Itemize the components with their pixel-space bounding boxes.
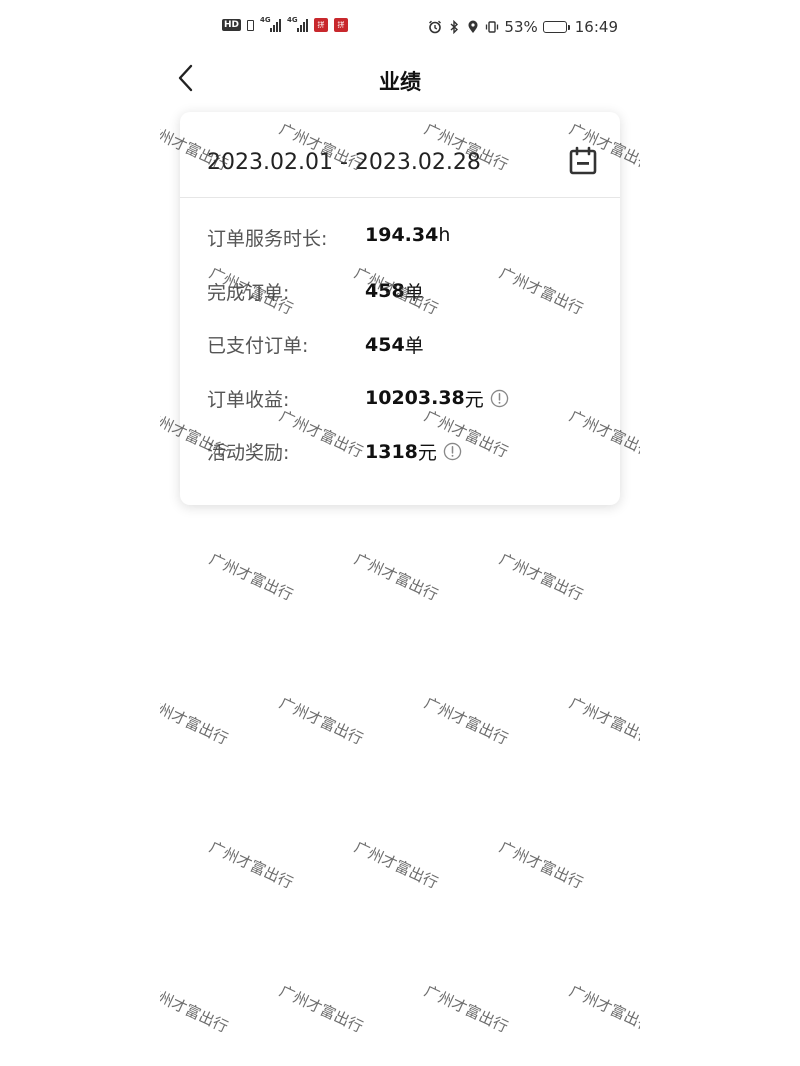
- watermark-text: 广州才富出行: [351, 837, 441, 893]
- stat-value: 458 单: [365, 278, 424, 305]
- stat-row-order-income: 订单收益: 10203.38 元: [207, 385, 509, 439]
- stat-row-service-hours: 订单服务时长: 194.34 h: [207, 224, 509, 278]
- watermark-text: 广州才富出行: [276, 981, 366, 1037]
- watermark-text: 广州才富出行: [496, 837, 586, 893]
- stat-row-completed-orders: 完成订单: 458 单: [207, 278, 509, 332]
- network-type-label: 4G: [260, 16, 271, 24]
- status-bar-right: 53% 16:49: [428, 18, 618, 36]
- phone-screen: HD 4G 4G 拼 拼 53% 16:49 业绩 2023.02.01 - 2…: [160, 0, 640, 1066]
- watermark-text: 广州才富出行: [206, 549, 296, 605]
- stat-number: 1318: [365, 440, 418, 463]
- stat-unit: 元: [464, 388, 484, 411]
- stat-label: 活动奖励:: [207, 442, 290, 464]
- stat-label: 已支付订单:: [207, 335, 309, 357]
- network-type-label: 4G: [287, 16, 298, 24]
- stat-value: 454 单: [365, 331, 424, 358]
- stat-unit: 元: [417, 442, 437, 464]
- stat-value: 1318 元: [365, 438, 462, 465]
- watermark-text: 广州才富出行: [160, 981, 231, 1037]
- clock: 16:49: [574, 18, 618, 36]
- stat-unit: 单: [404, 335, 424, 357]
- stat-label: 订单服务时长:: [207, 228, 328, 250]
- battery-icon: [542, 21, 570, 33]
- info-icon[interactable]: [443, 442, 462, 461]
- app-notification-icon: 拼: [334, 18, 349, 32]
- stat-label: 完成订单:: [207, 281, 290, 304]
- signal-icon: 4G: [260, 16, 282, 32]
- page-title: 业绩: [379, 70, 421, 94]
- watermark-text: 广州才富出行: [421, 981, 511, 1037]
- stat-unit: 单: [404, 281, 424, 304]
- battery-percent: 53%: [504, 18, 538, 36]
- date-range-row: 2023.02.01 - 2023.02.28: [180, 112, 620, 198]
- stat-row-paid-orders: 已支付订单: 454 单: [207, 331, 509, 385]
- watermark-text: 广州才富出行: [496, 549, 586, 605]
- date-range-text[interactable]: 2023.02.01 - 2023.02.28: [207, 150, 481, 175]
- watermark-text: 广州才富出行: [566, 981, 640, 1037]
- stat-number: 194.34: [365, 224, 439, 246]
- signal-icon: 4G: [287, 16, 309, 32]
- stat-value: 10203.38 元: [365, 385, 509, 412]
- stat-value: 194.34 h: [365, 224, 450, 246]
- app-notification-icon: 拼: [314, 18, 329, 32]
- info-icon[interactable]: [490, 389, 509, 408]
- stats-list: 订单服务时长: 194.34 h 完成订单: 458 单 已支付订单: 454 单 订…: [207, 224, 509, 492]
- stat-unit: h: [438, 224, 451, 246]
- location-icon: [468, 20, 478, 33]
- watermark-text: 广州才富出行: [421, 693, 511, 749]
- stat-number: 10203.38: [365, 387, 465, 409]
- status-bar-left: HD 4G 4G 拼 拼: [222, 16, 349, 32]
- stat-number: 458: [365, 280, 405, 302]
- sim-icon: [247, 19, 255, 31]
- alarm-icon: [429, 20, 442, 34]
- nav-bar: 业绩: [160, 56, 640, 100]
- stat-row-activity-reward: 活动奖励: 1318 元: [207, 438, 509, 492]
- stat-label: 订单收益:: [207, 388, 290, 411]
- calendar-icon[interactable]: [568, 146, 598, 176]
- watermark-text: 广州才富出行: [160, 693, 231, 749]
- watermark-text: 广州才富出行: [566, 693, 640, 749]
- vibrate-icon: [486, 21, 499, 33]
- watermark-text: 广州才富出行: [206, 837, 296, 893]
- performance-card: 2023.02.01 - 2023.02.28 订单服务时长: 194.34 h …: [180, 112, 620, 505]
- watermark-text: 广州才富出行: [276, 693, 366, 749]
- status-bar: HD 4G 4G 拼 拼 53% 16:49: [160, 0, 640, 56]
- hd-badge: HD: [222, 19, 242, 31]
- stat-number: 454: [365, 333, 405, 356]
- bluetooth-icon: [450, 20, 459, 34]
- watermark-text: 广州才富出行: [351, 549, 441, 605]
